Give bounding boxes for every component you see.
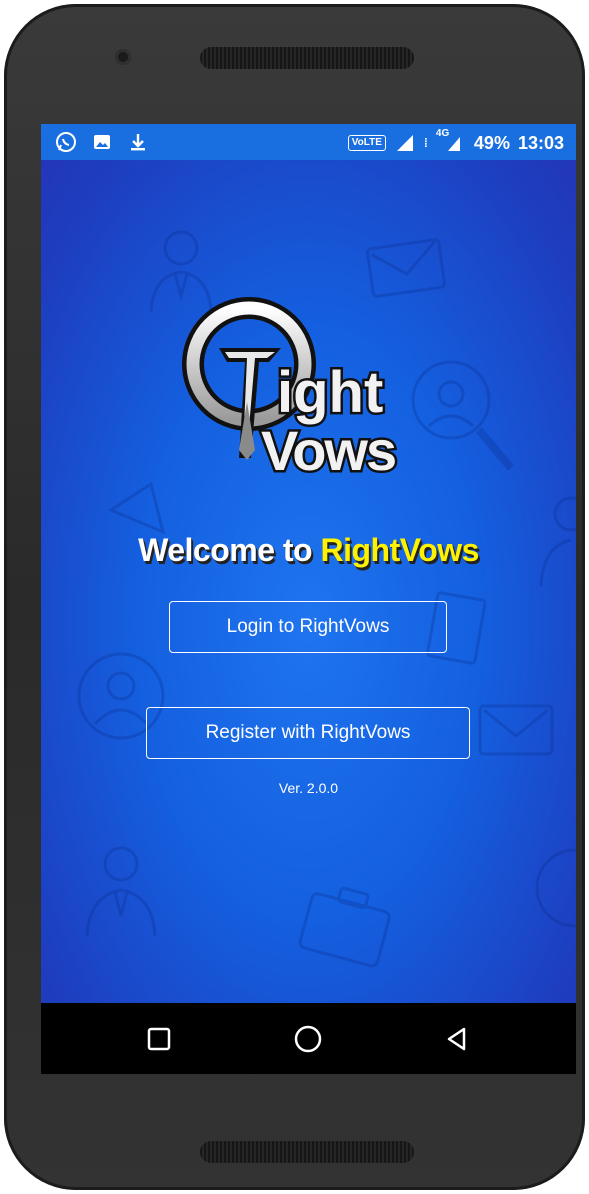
person-icon [85,846,157,937]
network-type: 4G [435,128,450,139]
envelope-icon [366,238,446,298]
login-button[interactable]: Login to RightVows [169,601,447,653]
bottom-speaker [200,1141,414,1163]
version-label: Ver. 2.0.0 [278,780,339,796]
welcome-prefix: Welcome to [138,532,321,568]
signal-icon [394,132,416,154]
whatsapp-icon [55,131,77,153]
earpiece-speaker [200,47,414,69]
screen: VoLTE ⁞ 4G 49% 13:03 ight Vows Welcome t… [41,124,576,1074]
svg-text:ight: ight [277,360,383,425]
back-icon[interactable] [439,1021,475,1057]
home-icon[interactable] [290,1021,326,1057]
welcome-screen: ight Vows Welcome to RightVows Login to … [41,160,576,1003]
welcome-brand: RightVows [320,532,479,568]
register-button[interactable]: Register with RightVows [146,707,470,759]
briefcase-icon [298,886,391,968]
download-icon [127,131,149,153]
search-magnifier-icon [535,848,576,928]
image-icon [91,131,113,153]
welcome-heading: Welcome to RightVows [41,532,576,569]
volte-badge: VoLTE [347,135,386,151]
network-signal-icon: 4G [436,128,466,154]
svg-text:Vows: Vows [261,419,395,482]
recent-apps-icon[interactable] [141,1021,177,1057]
front-camera [115,49,131,65]
navigation-bar [41,1003,576,1074]
status-bar: VoLTE ⁞ 4G 49% 13:03 [41,124,576,160]
rightvows-logo: ight Vows [182,297,400,485]
envelope-icon [478,704,554,756]
clock: 13:03 [517,132,564,153]
data-arrows-icon: ⁞ [423,136,428,150]
battery-percent: 49% [473,132,510,153]
phone-frame: VoLTE ⁞ 4G 49% 13:03 ight Vows Welcome t… [4,4,585,1190]
